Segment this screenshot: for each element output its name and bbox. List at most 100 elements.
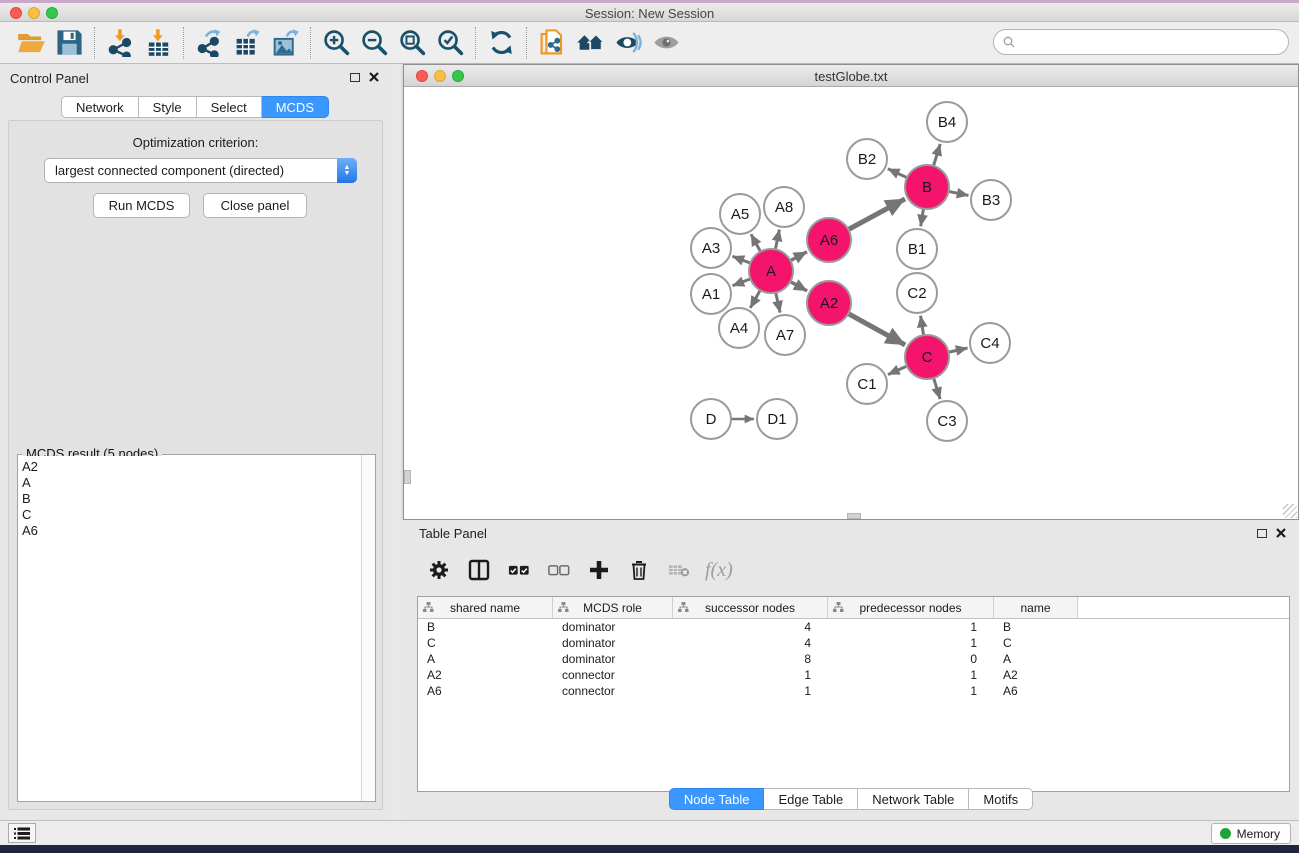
graph-node-A[interactable]: A [749, 249, 793, 293]
refresh-icon [487, 28, 516, 57]
open-session-button[interactable] [12, 26, 50, 60]
save-session-button[interactable] [50, 26, 88, 60]
run-mcds-button[interactable]: Run MCDS [93, 193, 190, 218]
graph-node-A7[interactable]: A7 [765, 315, 805, 355]
table-row[interactable]: Bdominator41B [418, 619, 1289, 635]
graph-node-B3[interactable]: B3 [971, 180, 1011, 220]
import-network-button[interactable] [101, 26, 139, 60]
graph-node-B[interactable]: B [905, 165, 949, 209]
tab-network-table[interactable]: Network Table [858, 788, 969, 810]
network-vscroll-thumb[interactable] [404, 470, 411, 484]
graph-node-A3[interactable]: A3 [691, 228, 731, 268]
close-panel-icon[interactable] [368, 70, 380, 84]
home-button[interactable] [571, 26, 609, 60]
show-all-button[interactable] [647, 26, 685, 60]
column-header-successor-nodes[interactable]: successor nodes [673, 597, 828, 618]
graph-node-C3[interactable]: C3 [927, 401, 967, 441]
hide-selected-button[interactable] [609, 26, 647, 60]
float-panel-icon[interactable] [1257, 529, 1267, 538]
zoom-selected-button[interactable] [431, 26, 469, 60]
graph-node-A6[interactable]: A6 [807, 218, 851, 262]
criterion-selected-value: largest connected component (directed) [45, 163, 337, 178]
graph-node-A2[interactable]: A2 [807, 281, 851, 325]
graph-node-B4[interactable]: B4 [927, 102, 967, 142]
zoom-fit-button[interactable] [393, 26, 431, 60]
graph-node-C2[interactable]: C2 [897, 273, 937, 313]
export-table-button[interactable] [228, 26, 266, 60]
graph-node-A1[interactable]: A1 [691, 274, 731, 314]
network-canvas[interactable]: A A1 A2 A3 A4 A5 A6 A7 A8 B B1 B2 B3B4 C C1 C2 C3 C4 D D1 [404, 88, 1298, 519]
column-header-shared-name[interactable]: shared name [418, 597, 553, 618]
column-header-label: MCDS role [583, 601, 642, 615]
graph-node-C[interactable]: C [905, 335, 949, 379]
checked-boxes-icon [508, 559, 530, 581]
export-image-button[interactable] [266, 26, 304, 60]
svg-text:C3: C3 [937, 413, 956, 430]
select-all-columns-button[interactable] [501, 554, 537, 586]
mcds-result-item[interactable]: A [18, 475, 361, 491]
search-field[interactable] [993, 29, 1289, 55]
graph-node-D1[interactable]: D1 [757, 399, 797, 439]
close-panel-icon[interactable] [1275, 526, 1287, 540]
zoom-out-button[interactable] [355, 26, 393, 60]
mcds-result-item[interactable]: B [18, 491, 361, 507]
graph-node-B1[interactable]: B1 [897, 229, 937, 269]
function-builder-button[interactable]: f(x) [705, 559, 733, 582]
close-panel-button[interactable]: Close panel [203, 193, 307, 218]
mcds-result-item[interactable]: A6 [18, 523, 361, 539]
cell-mcds-role: dominator [553, 651, 673, 667]
open-network-file-button[interactable] [533, 26, 571, 60]
network-window-title: testGlobe.txt [404, 69, 1298, 84]
table-row[interactable]: Cdominator41C [418, 635, 1289, 651]
search-input[interactable] [1017, 32, 1288, 52]
delete-column-button[interactable] [621, 554, 657, 586]
mcds-result-item[interactable]: C [18, 507, 361, 523]
mcds-result-scrollbar[interactable] [361, 455, 375, 801]
column-header-mcds-role[interactable]: MCDS role [553, 597, 673, 618]
eye-icon [652, 28, 681, 57]
criterion-select[interactable]: largest connected component (directed) ▲… [44, 158, 357, 183]
graph-node-A8[interactable]: A8 [764, 187, 804, 227]
tab-motifs[interactable]: Motifs [969, 788, 1033, 810]
main-toolbar [0, 22, 1299, 64]
import-table-button[interactable] [139, 26, 177, 60]
zoom-in-button[interactable] [317, 26, 355, 60]
column-header-predecessor-nodes[interactable]: predecessor nodes [828, 597, 994, 618]
graph-node-A5[interactable]: A5 [720, 194, 760, 234]
control-panel-header: Control Panel [0, 64, 390, 92]
table-row[interactable]: A6connector11A6 [418, 683, 1289, 699]
table-row[interactable]: Adominator80A [418, 651, 1289, 667]
deselect-all-columns-button[interactable] [541, 554, 577, 586]
show-column-button[interactable] [461, 554, 497, 586]
attribute-type-icon [558, 602, 569, 613]
create-column-button[interactable] [581, 554, 617, 586]
tab-mcds[interactable]: MCDS [262, 96, 329, 118]
tab-node-table[interactable]: Node Table [669, 788, 765, 810]
graph-node-A4[interactable]: A4 [719, 308, 759, 348]
graph-node-C1[interactable]: C1 [847, 364, 887, 404]
table-settings-button[interactable] [421, 554, 457, 586]
tab-network[interactable]: Network [61, 96, 139, 118]
network-hscroll-thumb[interactable] [847, 513, 861, 519]
window-resize-grip[interactable] [1283, 504, 1297, 518]
cell-successor-nodes: 1 [673, 667, 828, 683]
mcds-result-item[interactable]: A2 [18, 459, 361, 475]
graph-node-B2[interactable]: B2 [847, 139, 887, 179]
cell-predecessor-nodes: 1 [828, 667, 994, 683]
float-panel-icon[interactable] [350, 73, 360, 82]
task-history-button[interactable] [8, 823, 36, 843]
graph-node-C4[interactable]: C4 [970, 323, 1010, 363]
list-icon [14, 827, 30, 840]
tab-select[interactable]: Select [197, 96, 262, 118]
tab-edge-table[interactable]: Edge Table [764, 788, 858, 810]
graph-node-D[interactable]: D [691, 399, 731, 439]
export-network-button[interactable] [190, 26, 228, 60]
refresh-button[interactable] [482, 26, 520, 60]
memory-button[interactable]: Memory [1211, 823, 1291, 844]
table-row[interactable]: A2connector11A2 [418, 667, 1289, 683]
column-header-name[interactable]: name [994, 597, 1078, 618]
cell-name: B [994, 619, 1078, 635]
control-panel: Control Panel NetworkStyleSelectMCDS Opt… [0, 64, 390, 820]
delete-table-button[interactable] [661, 554, 697, 586]
tab-style[interactable]: Style [139, 96, 197, 118]
